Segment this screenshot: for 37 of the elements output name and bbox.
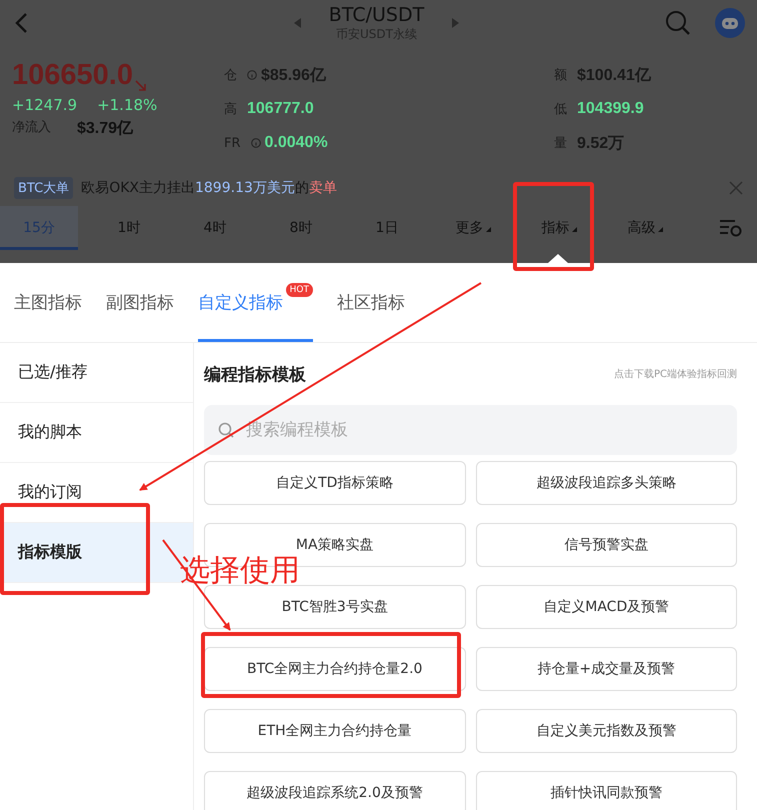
search-icon xyxy=(218,422,234,438)
stat-value: 104399.9 xyxy=(577,100,644,118)
template-button[interactable]: BTC全网主力合约持仓量2.0 xyxy=(204,647,466,691)
next-icon[interactable] xyxy=(452,18,460,28)
hot-badge: HOT xyxy=(286,283,313,297)
down-arrow-icon xyxy=(134,80,147,92)
indicator-tab[interactable]: 社区指标 xyxy=(337,263,405,342)
back-icon[interactable] xyxy=(14,12,28,34)
stat-value: 0.0040% xyxy=(264,134,328,152)
template-button[interactable]: ETH全网主力合约持仓量 xyxy=(204,709,466,753)
pair-title: BTC/USDT xyxy=(328,4,424,26)
change-percent: +1.18% xyxy=(97,96,158,114)
news-tag: BTC大单 xyxy=(14,177,74,199)
price-change: +1247.9 xyxy=(12,96,78,114)
chart-settings-icon[interactable] xyxy=(719,218,743,238)
robot-avatar-icon[interactable] xyxy=(715,8,745,38)
template-button[interactable]: BTC智胜3号实盘 xyxy=(204,585,466,629)
info-icon[interactable] xyxy=(247,70,257,80)
template-button[interactable]: 持仓量+成交量及预警 xyxy=(476,647,737,691)
search-field[interactable]: 搜索编程模板 xyxy=(204,405,737,455)
template-button[interactable]: 自定义MACD及预警 xyxy=(476,585,737,629)
template-button[interactable]: 信号预警实盘 xyxy=(476,523,737,567)
indicator-tab[interactable]: 副图指标 xyxy=(106,263,174,342)
info-icon[interactable] xyxy=(250,138,261,148)
template-button[interactable]: 插针快讯同款预警 xyxy=(476,771,737,810)
stat-value: 106777.0 xyxy=(247,100,314,118)
template-button[interactable]: 超级波段追踪多头策略 xyxy=(476,461,737,505)
indicator-tab[interactable]: 主图指标 xyxy=(14,263,82,342)
previous-icon[interactable] xyxy=(294,18,301,28)
close-icon[interactable] xyxy=(729,181,743,195)
template-button[interactable]: 自定义TD指标策略 xyxy=(204,461,466,505)
section-title: 编程指标模板 xyxy=(204,364,306,386)
template-button[interactable]: 自定义美元指数及预警 xyxy=(476,709,737,753)
indicator-tab[interactable]: 自定义指标 HOT xyxy=(198,263,313,342)
inflow-value: $3.79亿 xyxy=(77,119,134,139)
search-icon[interactable] xyxy=(665,10,691,36)
template-button[interactable]: 超级波段追踪系统2.0及预警 xyxy=(204,771,466,810)
